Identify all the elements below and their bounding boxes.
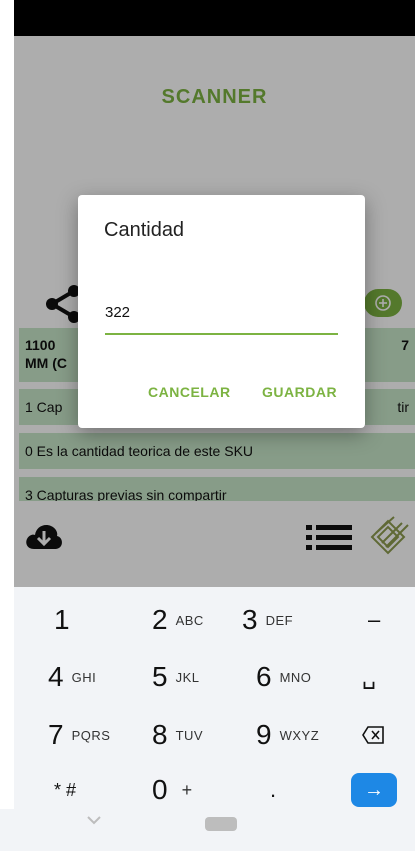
key-2[interactable]: 2 ABC — [152, 595, 204, 645]
home-button[interactable] — [205, 817, 237, 831]
key-letters: MNO — [279, 669, 312, 685]
key-letters: ABC — [175, 612, 204, 628]
arrow-right-icon: → — [364, 778, 384, 801]
key-space[interactable]: ␣ — [362, 652, 376, 702]
key-letters: + — [181, 779, 193, 800]
backspace-key[interactable] — [362, 710, 384, 760]
cancel-button[interactable]: CANCELAR — [148, 384, 231, 400]
key-7[interactable]: 7 PQRS — [48, 710, 110, 760]
key-1[interactable]: 1 — [54, 595, 70, 645]
key-0[interactable]: 0 + — [152, 765, 193, 815]
key-digit: 3 — [242, 604, 258, 635]
quantity-input[interactable] — [105, 299, 338, 335]
key-letters: GHI — [71, 669, 97, 685]
key-letters: JKL — [175, 669, 200, 685]
key-digit: 5 — [152, 661, 168, 692]
quantity-dialog: Cantidad CANCELAR GUARDAR — [78, 195, 365, 428]
key-8[interactable]: 8 TUV — [152, 710, 203, 760]
key-6[interactable]: 6 MNO — [256, 652, 311, 702]
key-symbol: * # — [54, 779, 77, 800]
key-symbol: – — [368, 607, 381, 632]
key-9[interactable]: 9 WXYZ — [256, 710, 319, 760]
key-digit: 0 — [152, 774, 168, 805]
save-button[interactable]: GUARDAR — [262, 384, 337, 400]
numeric-keyboard: 1 2 ABC 3 DEF – 4 GHI 5 JKL 6 MNO ␣ 7 PQRS 8 TU… — [14, 587, 415, 809]
key-letters: DEF — [265, 612, 294, 628]
chevron-down-icon[interactable] — [86, 815, 102, 825]
key-4[interactable]: 4 GHI — [48, 652, 96, 702]
key-dot[interactable]: . — [270, 765, 276, 815]
key-star-hash[interactable]: * # — [54, 765, 76, 815]
key-digit: 7 — [48, 719, 64, 750]
key-digit: 9 — [256, 719, 272, 750]
key-letters: PQRS — [71, 727, 111, 743]
key-minus[interactable]: – — [368, 595, 380, 645]
key-digit: 8 — [152, 719, 168, 750]
key-letters: WXYZ — [279, 727, 320, 743]
enter-key[interactable]: → — [351, 773, 397, 807]
dialog-title: Cantidad — [104, 219, 185, 241]
key-5[interactable]: 5 JKL — [152, 652, 199, 702]
key-digit: 2 — [152, 604, 168, 635]
navigation-bar — [0, 809, 415, 851]
key-symbol: ␣ — [362, 664, 376, 689]
key-3[interactable]: 3 DEF — [242, 595, 293, 645]
key-symbol: . — [270, 777, 277, 802]
key-digit: 6 — [256, 661, 272, 692]
backspace-icon — [362, 726, 384, 744]
key-digit: 4 — [48, 661, 64, 692]
key-letters: TUV — [175, 727, 204, 743]
key-digit: 1 — [54, 604, 70, 635]
status-bar — [14, 0, 415, 36]
